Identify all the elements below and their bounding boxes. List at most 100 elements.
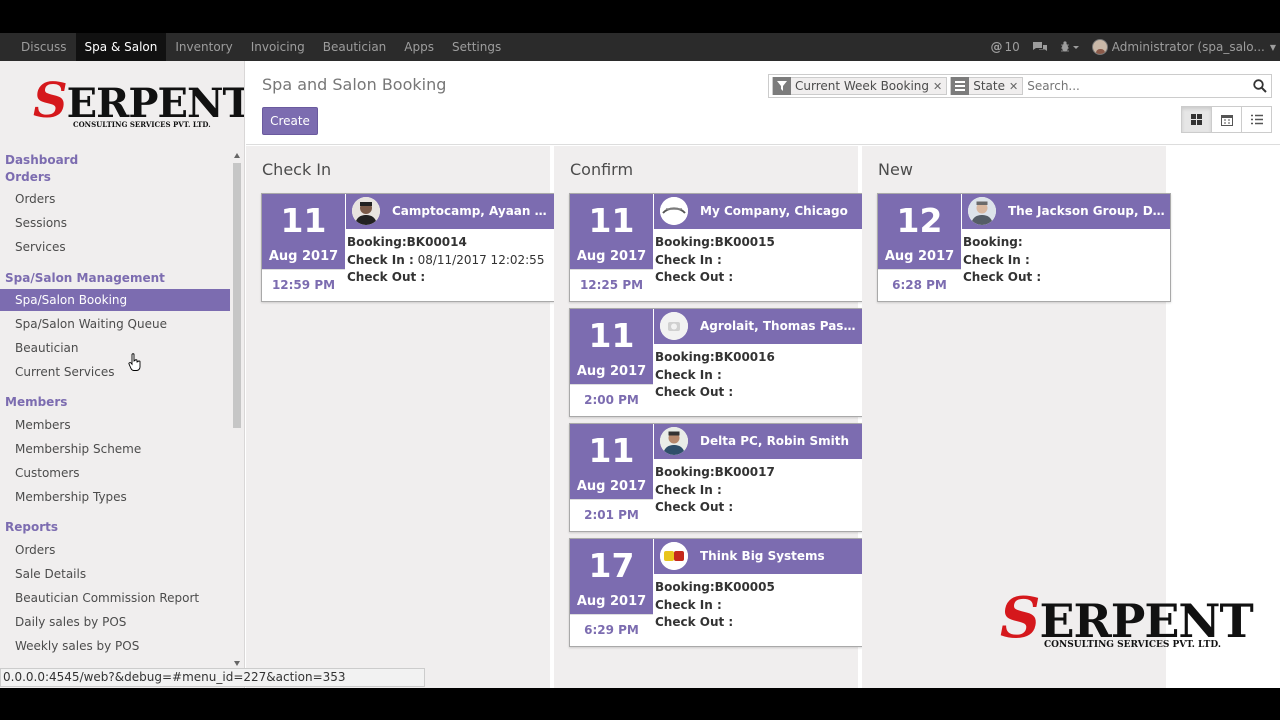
menu-discuss[interactable]: Discuss	[12, 33, 76, 61]
card-time: 2:01 PM	[570, 499, 653, 531]
user-menu[interactable]: Administrator (spa_salo... ▼	[1091, 39, 1276, 55]
menu-spa-salon[interactable]: Spa & Salon	[75, 33, 167, 61]
card-date: 17 Aug 2017 6:29 PM	[570, 539, 653, 646]
card-day: 11	[588, 316, 635, 355]
watermark-initial: S	[1000, 585, 1040, 651]
debug-bug-icon[interactable]	[1060, 41, 1080, 53]
top-navbar: Discuss Spa & Salon Inventory Invoicing …	[0, 33, 1280, 61]
customer-avatar	[660, 427, 688, 455]
calendar-view-button[interactable]	[1211, 106, 1242, 133]
menu-apps[interactable]: Apps	[395, 33, 443, 61]
card-body: Booking:BK00016 Check In : Check Out :	[655, 349, 775, 402]
card-month-year: Aug 2017	[884, 249, 955, 264]
booking-card[interactable]: 17 Aug 2017 6:29 PM Think Big Systems Bo…	[569, 538, 863, 647]
booking-card[interactable]: 12 Aug 2017 6:28 PM The Jackson Group, D…	[877, 193, 1171, 302]
mouse-pointer-hand-icon	[128, 353, 142, 371]
card-header: Camptocamp, Ayaan A...	[346, 194, 554, 229]
sidebar-item-membership-types[interactable]: Membership Types	[0, 486, 230, 508]
menu-beautician[interactable]: Beautician	[314, 33, 396, 61]
chat-icon[interactable]	[1032, 41, 1048, 54]
remove-facet-icon[interactable]: ✕	[933, 80, 946, 93]
card-date: 12 Aug 2017 6:28 PM	[878, 194, 961, 301]
sidebar-section-orders[interactable]: Orders	[5, 170, 51, 184]
card-time: 2:00 PM	[570, 384, 653, 416]
card-body: Booking:BK00014 Check In : 08/11/2017 12…	[347, 234, 544, 287]
card-date: 11 Aug 2017 2:01 PM	[570, 424, 653, 531]
sidebar-item-members[interactable]: Members	[0, 414, 230, 436]
scrollbar-thumb[interactable]	[233, 163, 241, 428]
sidebar-item-weekly-sales[interactable]: Weekly sales by POS	[0, 635, 230, 657]
filter-icon	[773, 77, 791, 95]
sidebar-item-current-services[interactable]: Current Services	[0, 361, 230, 383]
view-switcher	[1181, 106, 1272, 133]
sidebar-item-beautician[interactable]: Beautician	[0, 337, 230, 359]
scroll-down-arrow-icon[interactable]	[234, 661, 240, 666]
sidebar-item-membership-scheme[interactable]: Membership Scheme	[0, 438, 230, 460]
video-letterbox-bottom	[0, 688, 1280, 720]
menu-settings[interactable]: Settings	[443, 33, 510, 61]
menu-invoicing[interactable]: Invoicing	[242, 33, 314, 61]
search-bar: Current Week Booking ✕ State ✕	[768, 74, 1272, 98]
video-letterbox-top	[0, 0, 1280, 33]
booking-ref: Booking:BK00005	[655, 580, 775, 594]
card-month-year: Aug 2017	[576, 479, 647, 494]
card-date: 11 Aug 2017 12:25 PM	[570, 194, 653, 301]
kanban-view-button[interactable]	[1181, 106, 1212, 133]
sidebar-item-services[interactable]: Services	[0, 236, 230, 258]
booking-card[interactable]: 11 Aug 2017 12:59 PM Camptocamp, Ayaan A…	[261, 193, 555, 302]
card-date: 11 Aug 2017 2:00 PM	[570, 309, 653, 416]
systray: @10 Administrator (spa_salo... ▼	[979, 33, 1276, 61]
sidebar-section-dashboard[interactable]: Dashboard	[5, 153, 78, 167]
sidebar-section-spa-salon-management[interactable]: Spa/Salon Management	[5, 271, 165, 285]
sidebar-item-report-orders[interactable]: Orders	[0, 539, 230, 561]
sidebar-item-daily-sales[interactable]: Daily sales by POS	[0, 611, 230, 633]
card-header: The Jackson Group, Da...	[962, 194, 1170, 229]
check-in-label: Check In :	[347, 252, 414, 267]
mentions-count: 10	[1004, 40, 1020, 54]
column-title: New	[878, 160, 913, 179]
check-out-label: Check Out :	[963, 270, 1042, 284]
card-header: Delta PC, Robin Smith	[654, 424, 862, 459]
list-view-button[interactable]	[1241, 106, 1272, 133]
app-menu: Discuss Spa & Salon Inventory Invoicing …	[12, 33, 510, 61]
sidebar-item-spa-salon-booking[interactable]: Spa/Salon Booking	[0, 289, 230, 311]
card-time: 6:29 PM	[570, 614, 653, 646]
sidebar-item-sessions[interactable]: Sessions	[0, 212, 230, 234]
sidebar-section-reports[interactable]: Reports	[5, 520, 58, 534]
sidebar-section-members[interactable]: Members	[5, 395, 67, 409]
customer-avatar	[660, 197, 688, 225]
check-out-label: Check Out :	[655, 270, 734, 284]
card-day: 17	[588, 546, 635, 585]
check-out-label: Check Out :	[655, 615, 734, 629]
sidebar-item-waiting-queue[interactable]: Spa/Salon Waiting Queue	[0, 313, 230, 335]
booking-card[interactable]: 11 Aug 2017 12:25 PM My Company, Chicago…	[569, 193, 863, 302]
facet-filter: Current Week Booking ✕	[772, 77, 948, 95]
check-in-label: Check In :	[655, 482, 722, 497]
menu-inventory[interactable]: Inventory	[166, 33, 241, 61]
sidebar: SERPENT CONSULTING SERVICES PVT. LTD. Da…	[0, 61, 245, 688]
card-date: 11 Aug 2017 12:59 PM	[262, 194, 345, 301]
sidebar-item-beautician-commission[interactable]: Beautician Commission Report	[0, 587, 230, 609]
sidebar-scrollbar[interactable]	[232, 151, 242, 666]
search-icon[interactable]	[1253, 79, 1267, 93]
user-avatar	[1091, 39, 1108, 55]
customer-name: Agrolait, Thomas Passot	[700, 319, 858, 333]
user-name: Administrator (spa_salo...	[1111, 40, 1265, 54]
scroll-up-arrow-icon[interactable]	[234, 153, 240, 158]
create-button[interactable]: Create	[262, 107, 318, 135]
booking-card[interactable]: 11 Aug 2017 2:00 PM Agrolait, Thomas Pas…	[569, 308, 863, 417]
column-title: Confirm	[570, 160, 634, 179]
remove-facet-icon[interactable]: ✕	[1009, 80, 1022, 93]
booking-card[interactable]: 11 Aug 2017 2:01 PM Delta PC, Robin Smit…	[569, 423, 863, 532]
kanban-column-check-in: Check In 11 Aug 2017 12:59 PM Camptocamp…	[246, 146, 555, 688]
customer-name: My Company, Chicago	[700, 204, 848, 218]
sidebar-item-sale-details[interactable]: Sale Details	[0, 563, 230, 585]
search-input[interactable]	[1027, 79, 1258, 93]
facet-group-by-label: State	[973, 79, 1005, 93]
sidebar-item-orders[interactable]: Orders	[0, 188, 230, 210]
card-day: 12	[896, 201, 943, 240]
facet-filter-label: Current Week Booking	[795, 79, 929, 93]
mentions-counter[interactable]: @10	[991, 40, 1020, 54]
sidebar-item-customers[interactable]: Customers	[0, 462, 230, 484]
customer-avatar	[660, 542, 688, 570]
